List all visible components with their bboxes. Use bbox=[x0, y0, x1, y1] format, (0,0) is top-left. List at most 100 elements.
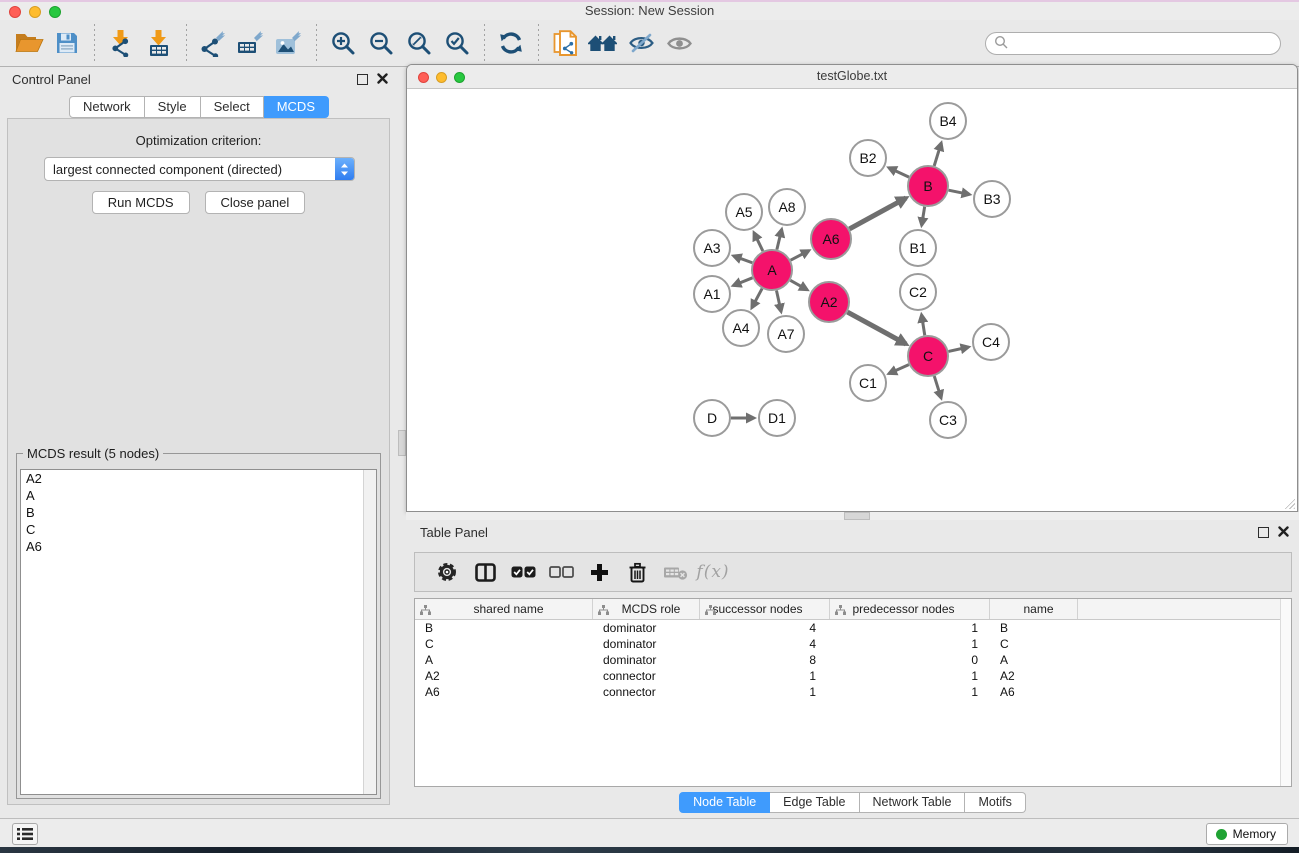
table-cell[interactable]: B bbox=[990, 621, 1078, 635]
column-header-predecessor-nodes[interactable]: predecessor nodes bbox=[830, 599, 990, 619]
network-canvas[interactable]: B4B2BB3A5A8A6A3B1AA1C2A2A4A7CC4C1C3DD1 bbox=[407, 89, 1297, 511]
zoom-selected-button[interactable] bbox=[438, 24, 476, 62]
zoom-fit-button[interactable] bbox=[400, 24, 438, 62]
graph-edge-B-B2[interactable] bbox=[889, 168, 909, 177]
graph-edge-B-B3[interactable] bbox=[949, 190, 970, 194]
export-table-button[interactable] bbox=[232, 24, 270, 62]
close-panel-button[interactable]: Close panel bbox=[205, 191, 306, 214]
mcds-result-list[interactable]: A2ABCA6 bbox=[20, 469, 377, 795]
task-history-button[interactable] bbox=[12, 823, 38, 845]
float-panel-icon[interactable] bbox=[357, 74, 368, 85]
add-column-button[interactable] bbox=[580, 557, 618, 587]
tab-select[interactable]: Select bbox=[201, 96, 264, 118]
graph-node-A[interactable]: A bbox=[752, 250, 792, 290]
splitter-handle[interactable] bbox=[844, 512, 870, 520]
criterion-dropdown[interactable]: largest connected component (directed) bbox=[44, 157, 355, 181]
tab-network-table[interactable]: Network Table bbox=[860, 792, 966, 813]
table-row[interactable]: Adominator80A bbox=[415, 652, 1291, 668]
table-cell[interactable]: 4 bbox=[700, 637, 830, 651]
save-session-button[interactable] bbox=[48, 24, 86, 62]
run-mcds-button[interactable]: Run MCDS bbox=[92, 191, 190, 214]
result-list-item[interactable]: B bbox=[21, 504, 376, 521]
column-header-successor-nodes[interactable]: successor nodes bbox=[700, 599, 830, 619]
zoom-in-button[interactable] bbox=[324, 24, 362, 62]
graph-edge-A-A8[interactable] bbox=[777, 229, 782, 249]
tab-style[interactable]: Style bbox=[145, 96, 201, 118]
table-cell[interactable]: C bbox=[415, 637, 593, 651]
graph-edge-C-C1[interactable] bbox=[889, 365, 909, 374]
table-cell[interactable]: A6 bbox=[415, 685, 593, 699]
table-cell[interactable]: 1 bbox=[700, 669, 830, 683]
float-panel-icon[interactable] bbox=[1258, 527, 1269, 538]
close-panel-icon[interactable] bbox=[377, 72, 388, 87]
graph-edge-A-A7[interactable] bbox=[776, 291, 781, 312]
vertical-splitter[interactable] bbox=[398, 67, 406, 818]
table-cell[interactable]: connector bbox=[593, 669, 700, 683]
tab-node-table[interactable]: Node Table bbox=[679, 792, 770, 813]
graph-edge-A-A5[interactable] bbox=[754, 233, 763, 251]
graph-node-B2[interactable]: B2 bbox=[850, 140, 886, 176]
close-window-icon[interactable] bbox=[9, 6, 21, 18]
maximize-network-icon[interactable] bbox=[454, 72, 465, 83]
open-session-network-button[interactable] bbox=[546, 24, 584, 62]
graph-node-A3[interactable]: A3 bbox=[694, 230, 730, 266]
open-folder-button[interactable] bbox=[10, 24, 48, 62]
graph-node-D[interactable]: D bbox=[694, 400, 730, 436]
table-row[interactable]: A6connector11A6 bbox=[415, 684, 1291, 700]
memory-button[interactable]: Memory bbox=[1206, 823, 1288, 845]
close-panel-icon[interactable] bbox=[1278, 525, 1289, 540]
zoom-out-button[interactable] bbox=[362, 24, 400, 62]
table-cell[interactable]: connector bbox=[593, 685, 700, 699]
graph-node-A2[interactable]: A2 bbox=[809, 282, 849, 322]
graph-node-A5[interactable]: A5 bbox=[726, 194, 762, 230]
graph-node-C2[interactable]: C2 bbox=[900, 274, 936, 310]
graph-node-C4[interactable]: C4 bbox=[973, 324, 1009, 360]
graph-edge-C-C2[interactable] bbox=[922, 315, 925, 336]
graph-node-C[interactable]: C bbox=[908, 336, 948, 376]
home-network-button[interactable] bbox=[584, 24, 622, 62]
table-cell[interactable]: B bbox=[415, 621, 593, 635]
graph-edge-A6-B[interactable] bbox=[849, 198, 906, 229]
result-list-item[interactable]: A6 bbox=[21, 538, 376, 555]
show-graphics-details-button[interactable] bbox=[660, 24, 698, 62]
tab-edge-table[interactable]: Edge Table bbox=[770, 792, 859, 813]
graph-edge-C-C3[interactable] bbox=[934, 376, 941, 398]
graph-node-A1[interactable]: A1 bbox=[694, 276, 730, 312]
select-all-button[interactable] bbox=[504, 557, 542, 587]
graph-edge-A-A6[interactable] bbox=[791, 251, 809, 261]
hide-graphics-details-button[interactable] bbox=[622, 24, 660, 62]
table-cell[interactable]: 8 bbox=[700, 653, 830, 667]
graph-node-B[interactable]: B bbox=[908, 166, 948, 206]
column-header-name[interactable]: name bbox=[990, 599, 1078, 619]
horizontal-splitter[interactable] bbox=[406, 512, 1299, 520]
import-network-button[interactable] bbox=[102, 24, 140, 62]
table-cell[interactable]: C bbox=[990, 637, 1078, 651]
delete-column-button[interactable] bbox=[618, 557, 656, 587]
column-header-mcds-role[interactable]: MCDS role bbox=[593, 599, 700, 619]
table-cell[interactable]: 1 bbox=[700, 685, 830, 699]
column-header-shared-name[interactable]: shared name bbox=[415, 599, 593, 619]
graph-edge-A-A1[interactable] bbox=[733, 278, 752, 286]
table-cell[interactable]: dominator bbox=[593, 637, 700, 651]
graph-edge-A2-C[interactable] bbox=[847, 312, 906, 344]
maximize-window-icon[interactable] bbox=[49, 6, 61, 18]
table-cell[interactable]: 1 bbox=[830, 637, 990, 651]
minimize-network-icon[interactable] bbox=[436, 72, 447, 83]
table-cell[interactable]: 1 bbox=[830, 621, 990, 635]
graph-edge-A-A3[interactable] bbox=[734, 256, 753, 263]
main-titlebar[interactable]: Session: New Session bbox=[0, 2, 1299, 20]
search-box[interactable] bbox=[985, 32, 1281, 55]
result-list-item[interactable]: C bbox=[21, 521, 376, 538]
tab-mcds[interactable]: MCDS bbox=[264, 96, 329, 118]
splitter-handle[interactable] bbox=[398, 430, 406, 456]
table-cell[interactable]: dominator bbox=[593, 621, 700, 635]
graph-node-C3[interactable]: C3 bbox=[930, 402, 966, 438]
graph-node-C1[interactable]: C1 bbox=[850, 365, 886, 401]
table-row[interactable]: Bdominator41B bbox=[415, 620, 1291, 636]
table-cell[interactable]: A bbox=[990, 653, 1078, 667]
graph-edge-A-A4[interactable] bbox=[752, 289, 762, 308]
close-network-icon[interactable] bbox=[418, 72, 429, 83]
table-cell[interactable]: dominator bbox=[593, 653, 700, 667]
graph-node-A7[interactable]: A7 bbox=[768, 316, 804, 352]
graph-edge-A-A2[interactable] bbox=[790, 280, 807, 289]
